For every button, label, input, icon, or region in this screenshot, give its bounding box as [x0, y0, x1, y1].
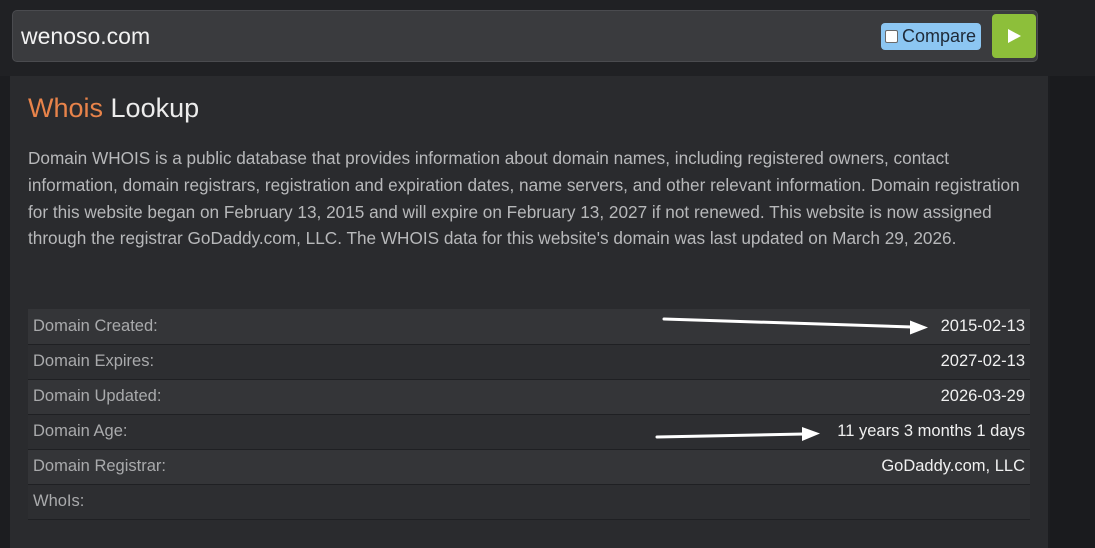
row-value: 2027-02-13	[940, 352, 1025, 370]
section-title: Whois Lookup	[28, 90, 199, 126]
play-triangle-icon	[1008, 29, 1021, 43]
title-accent: Whois	[28, 93, 104, 123]
row-value: GoDaddy.com, LLC	[881, 457, 1025, 475]
row-label: WhoIs:	[33, 492, 85, 510]
table-row: Domain Created: 2015-02-13	[28, 309, 1030, 344]
row-label: Domain Age:	[33, 422, 128, 440]
row-label: Domain Expires:	[33, 352, 155, 370]
row-value: 2026-03-29	[940, 387, 1025, 405]
domain-search-input[interactable]	[21, 19, 861, 53]
row-value	[448, 484, 1030, 519]
title-rest: Lookup	[110, 93, 200, 123]
row-label: Domain Updated:	[33, 387, 162, 405]
whois-card: Whois Lookup Domain WHOIS is a public da…	[10, 76, 1048, 548]
go-button[interactable]	[992, 14, 1036, 58]
row-value: 11 years 3 months 1 days	[837, 422, 1025, 440]
whois-table: Domain Created: 2015-02-13 Domain Expire…	[28, 309, 1030, 520]
row-label: Domain Registrar:	[33, 457, 166, 475]
table-row: Domain Updated: 2026-03-29	[28, 379, 1030, 414]
table-row: WhoIs:	[28, 484, 1030, 519]
compare-checkbox[interactable]	[885, 30, 898, 43]
compare-label: Compare	[902, 26, 977, 46]
row-value: 2015-02-13	[940, 316, 1025, 335]
whois-description: Domain WHOIS is a public database that p…	[28, 148, 1020, 249]
table-row: Domain Expires: 2027-02-13	[28, 344, 1030, 379]
search-box: Compare	[12, 10, 1038, 62]
table-row: Domain Registrar: GoDaddy.com, LLC	[28, 449, 1030, 484]
table-row: Domain Age: 11 years 3 months 1 days	[28, 414, 1030, 449]
right-background-strip	[1050, 0, 1095, 548]
row-label: Domain Created:	[33, 316, 158, 335]
compare-toggle[interactable]: Compare	[881, 23, 982, 50]
page: Compare Whois Lookup Domain WHOIS is a p…	[0, 0, 1095, 548]
top-bar: Compare	[0, 0, 1095, 76]
